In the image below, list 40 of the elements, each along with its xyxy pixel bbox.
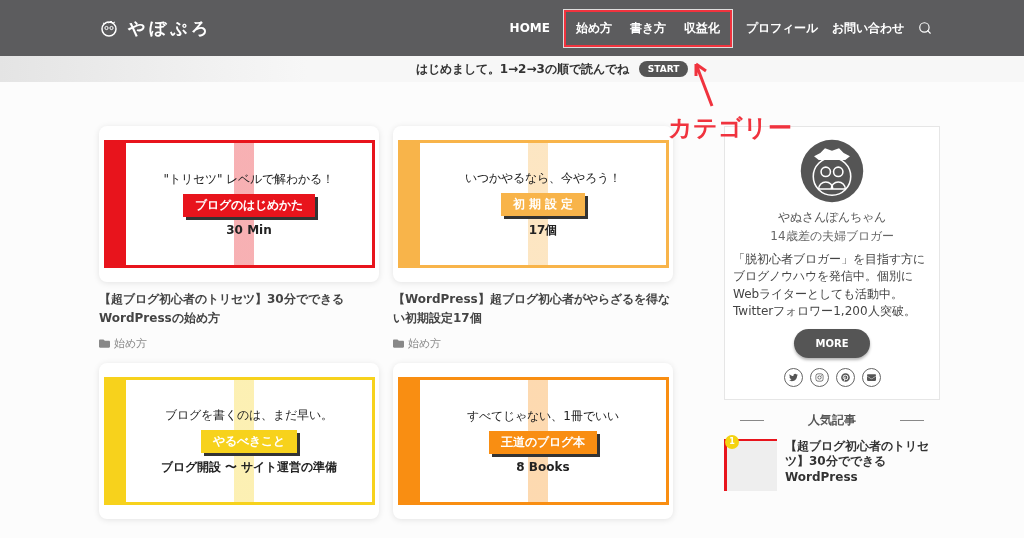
nav-link[interactable]: 収益化	[684, 15, 720, 41]
thumbnail-subtitle: すべてじゃない、1冊でいい	[467, 408, 619, 426]
thumbnail-label: 王道のブログ本	[489, 431, 597, 455]
profile-bio: 「脱初心者ブロガー」を目指す方にブログノウハウを発信中。個別にWebライターとしても活動中。Twitterフォロワー1,200人突破。	[733, 251, 926, 321]
category-link[interactable]: 始め方	[114, 336, 147, 352]
nav-link[interactable]: 書き方	[630, 15, 666, 41]
site-logo[interactable]: やぼぷろ	[128, 16, 212, 40]
mascot-icon	[100, 19, 118, 37]
avatar-icon	[800, 139, 864, 203]
post-thumbnail[interactable]: すべてじゃない、1冊でいい 王道のブログ本 8 Books	[393, 363, 673, 520]
nav-link[interactable]: お問い合わせ	[832, 15, 904, 41]
post-title[interactable]: 【超ブログ初心者のトリセツ】30分でできるWordPressの始め方	[99, 290, 379, 329]
thumbnail-label: ブログのはじめかた	[183, 194, 315, 217]
thumbnail-subtitle: "トリセツ" レベルで解わかる！	[163, 171, 335, 188]
thumbnail-caption: ブログ開設 〜 サイト運営の準備	[160, 458, 338, 476]
profile-name: やぬさんぽんちゃん	[778, 209, 886, 226]
thumbnail-subtitle: ブログを書くのは、まだ早い。	[165, 406, 333, 424]
more-button[interactable]: MORE	[794, 328, 870, 358]
article-title[interactable]: 【超ブログ初心者のトリセツ】30分でできるWordPress	[785, 438, 940, 491]
thumbnail-caption: 8 Books	[516, 460, 570, 475]
profile-tagline: 14歳差の夫婦ブロガー	[770, 228, 894, 245]
nav-link[interactable]: 始め方	[576, 15, 612, 41]
thumbnail-label: やるべきこと	[201, 429, 297, 453]
category-link[interactable]: 始め方	[408, 336, 441, 352]
start-button[interactable]: START	[638, 61, 689, 77]
thumbnail-subtitle: いつかやるなら、今やろう！	[465, 169, 621, 187]
folder-icon	[99, 338, 110, 350]
search-icon[interactable]	[918, 21, 932, 35]
post-thumbnail[interactable]: "トリセツ" レベルで解わかる！ ブログのはじめかた 30 Min	[99, 126, 379, 282]
rank-badge: 1	[725, 434, 739, 449]
nav-link[interactable]: プロフィール	[746, 15, 818, 41]
thumbnail-label: 初 期 設 定	[500, 192, 586, 216]
post-thumbnail[interactable]: ブログを書くのは、まだ早い。 やるべきこと ブログ開設 〜 サイト運営の準備	[99, 363, 379, 520]
folder-icon	[393, 338, 404, 350]
thumbnail-caption: 30 Min	[226, 223, 272, 237]
thumbnail-caption: 17個	[528, 221, 558, 239]
section-heading: 人気記事	[808, 411, 856, 429]
nav-link[interactable]: HOME	[509, 17, 550, 39]
notice-text: はじめまして。1→2→3の順で読んでね	[415, 60, 629, 78]
post-title[interactable]: 【WordPress】超ブログ初心者がやらざるを得ない初期設定17個	[393, 290, 673, 329]
